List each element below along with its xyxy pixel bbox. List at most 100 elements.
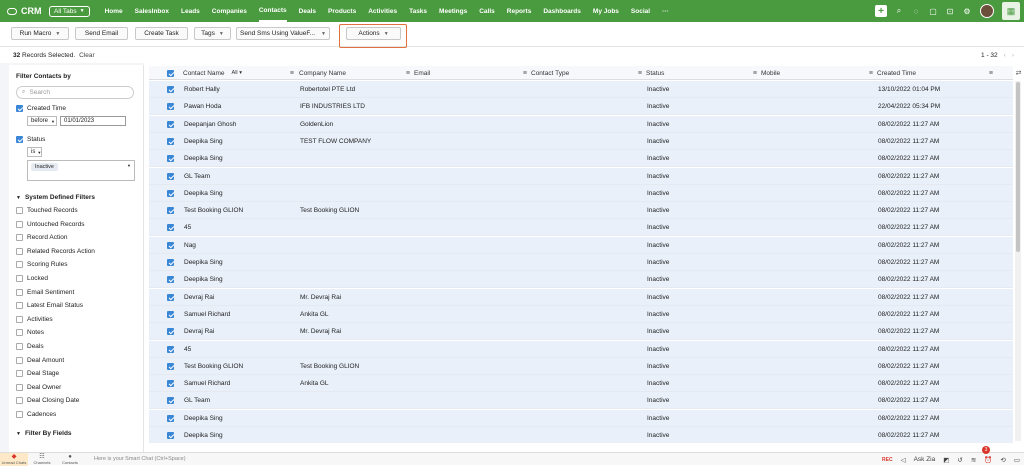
row-select-cell[interactable]: [167, 237, 174, 254]
nav-tab-companies[interactable]: Companies: [212, 0, 247, 22]
table-row[interactable]: Deepika Sing Inactive 08/02/2022 11:27 AM: [149, 184, 1013, 202]
column-header-company-name[interactable]: Company Name ≡: [299, 66, 414, 80]
system-filter-item[interactable]: Email Sentiment: [16, 288, 74, 296]
ask-zia-button[interactable]: Ask Zia: [914, 456, 936, 463]
row-select-cell[interactable]: [167, 289, 174, 306]
row-select-cell[interactable]: [167, 271, 174, 288]
system-filter-item[interactable]: Scoring Rules: [16, 261, 67, 269]
row-checkbox[interactable]: [167, 137, 174, 145]
history-icon[interactable]: ⟲: [1000, 456, 1005, 464]
nav-tab-deals[interactable]: Deals: [299, 0, 316, 22]
row-checkbox[interactable]: [167, 414, 174, 422]
system-filter-item[interactable]: Deal Stage: [16, 370, 59, 378]
filter-created-time[interactable]: Created Time: [16, 105, 66, 112]
column-settings-icon[interactable]: ⇄: [1013, 66, 1024, 80]
table-row[interactable]: GL Team Inactive 08/02/2022 11:27 AM: [149, 392, 1013, 410]
nav-tab-more[interactable]: ···: [662, 0, 669, 22]
cell-contact-name[interactable]: Samuel Richard: [184, 375, 293, 392]
crm-logo[interactable]: CRM: [7, 6, 49, 16]
table-row[interactable]: Nag Inactive 08/02/2022 11:27 AM: [149, 236, 1013, 254]
cell-contact-name[interactable]: Samuel Richard: [184, 306, 293, 323]
filter-checkbox[interactable]: [16, 383, 23, 391]
filter-checkbox[interactable]: [16, 356, 23, 364]
filter-checkbox[interactable]: [16, 275, 23, 282]
column-menu-icon[interactable]: ≡: [406, 70, 410, 77]
cell-contact-name[interactable]: Deepanjan Ghosh: [184, 116, 293, 133]
select-all-cell[interactable]: [167, 66, 174, 80]
row-checkbox[interactable]: [167, 207, 174, 215]
clear-selection-link[interactable]: Clear: [79, 52, 95, 59]
cell-contact-name[interactable]: Devraj Rai: [184, 289, 293, 306]
cell-contact-name[interactable]: 45: [184, 219, 293, 236]
column-menu-icon[interactable]: ≡: [290, 70, 294, 77]
row-checkbox[interactable]: [167, 380, 174, 388]
table-row[interactable]: Deepika Sing Inactive 08/02/2022 11:27 AM: [149, 150, 1013, 168]
row-select-cell[interactable]: [167, 133, 174, 150]
row-select-cell[interactable]: [167, 427, 174, 443]
system-filter-item[interactable]: Latest Email Status: [16, 302, 83, 310]
filter-search-input[interactable]: ⌕ Search: [16, 86, 134, 99]
smart-chat-input[interactable]: Here is your Smart Chat (Ctrl+Space): [94, 456, 186, 462]
signals-icon[interactable]: ≋: [971, 456, 976, 464]
cell-contact-name[interactable]: Test Booking GLION: [184, 358, 293, 375]
column-header-status[interactable]: Status ≡: [646, 66, 761, 80]
system-filter-item[interactable]: Locked: [16, 275, 48, 282]
table-row[interactable]: Deepika Sing TEST FLOW COMPANY Inactive 08/…: [149, 132, 1013, 150]
gear-icon[interactable]: ⚙: [962, 6, 972, 16]
row-select-cell[interactable]: [167, 202, 174, 219]
row-checkbox[interactable]: [167, 345, 174, 353]
run-macro-button[interactable]: Run Macro ▼: [11, 27, 69, 40]
cell-contact-name[interactable]: Deepika Sing: [184, 254, 293, 271]
row-select-cell[interactable]: [167, 323, 174, 340]
nav-tab-salesinbox[interactable]: SalesInbox: [135, 0, 169, 22]
table-row[interactable]: Samuel Richard Ankita GL Inactive 08/02/202…: [149, 375, 1013, 393]
alarm-icon[interactable]: ⏰: [984, 456, 992, 464]
cell-contact-name[interactable]: Deepika Sing: [184, 427, 293, 443]
column-menu-icon[interactable]: ≡: [869, 70, 873, 77]
column-header-mobile[interactable]: Mobile ≡: [761, 66, 877, 80]
status-checkbox[interactable]: [16, 136, 23, 143]
created-time-date-input[interactable]: 01/01/2023: [60, 116, 126, 126]
system-filter-item[interactable]: Deals: [16, 343, 44, 350]
system-filter-item[interactable]: Deal Closing Date: [16, 397, 79, 405]
created-time-checkbox[interactable]: [16, 105, 23, 112]
row-select-cell[interactable]: [167, 375, 174, 392]
row-checkbox[interactable]: [167, 103, 174, 111]
row-select-cell[interactable]: [167, 81, 174, 98]
system-filters-header[interactable]: ▼ System Defined Filters: [16, 194, 95, 201]
cell-contact-name[interactable]: GL Team: [184, 392, 293, 409]
system-filter-item[interactable]: Deal Owner: [16, 383, 61, 391]
system-filter-item[interactable]: Related Records Action: [16, 247, 95, 255]
all-tabs-dropdown[interactable]: All Tabs ▼: [49, 5, 90, 17]
nav-tab-my-jobs[interactable]: My Jobs: [593, 0, 619, 22]
filter-checkbox[interactable]: [16, 370, 23, 378]
created-time-operator-select[interactable]: before ▼: [27, 116, 57, 126]
send-sms-button[interactable]: Send Sms Using ValueF... ▼: [236, 27, 330, 40]
table-row[interactable]: Deepika Sing Inactive 08/02/2022 11:27 AM: [149, 427, 1013, 443]
table-row[interactable]: Deepika Sing Inactive 08/02/2022 11:27 AM: [149, 271, 1013, 289]
nav-tab-meetings[interactable]: Meetings: [439, 0, 467, 22]
table-row[interactable]: Pawan Hoda IFB INDUSTRIES LTD Inactive 22/0…: [149, 98, 1013, 116]
table-row[interactable]: 45 Inactive 08/02/2022 11:27 AM: [149, 219, 1013, 237]
cell-contact-name[interactable]: GL Team: [184, 168, 293, 185]
cell-contact-name[interactable]: Pawan Hoda: [184, 98, 293, 115]
row-checkbox[interactable]: [167, 259, 174, 266]
nav-tab-leads[interactable]: Leads: [181, 0, 200, 22]
bell-icon[interactable]: ◌: [911, 6, 921, 16]
row-checkbox[interactable]: [167, 224, 174, 232]
table-row[interactable]: Devraj Rai Mr. Devraj Rai Inactive 08/02/20…: [149, 323, 1013, 341]
row-checkbox[interactable]: [167, 241, 174, 249]
row-select-cell[interactable]: [167, 254, 174, 271]
avatar[interactable]: [980, 4, 994, 18]
row-select-cell[interactable]: [167, 116, 174, 133]
nav-tab-social[interactable]: Social: [631, 0, 650, 22]
row-select-cell[interactable]: [167, 168, 174, 185]
filter-checkbox[interactable]: [16, 302, 23, 310]
row-checkbox[interactable]: [167, 172, 174, 180]
compose-icon[interactable]: ◩: [943, 456, 949, 464]
cell-contact-name[interactable]: Deepika Sing: [184, 133, 293, 150]
column-menu-icon[interactable]: ≡: [753, 70, 757, 77]
marketplace-icon[interactable]: ⊡: [945, 6, 955, 16]
search-icon[interactable]: ⌕: [894, 6, 904, 16]
cell-contact-name[interactable]: Devraj Rai: [184, 323, 293, 340]
